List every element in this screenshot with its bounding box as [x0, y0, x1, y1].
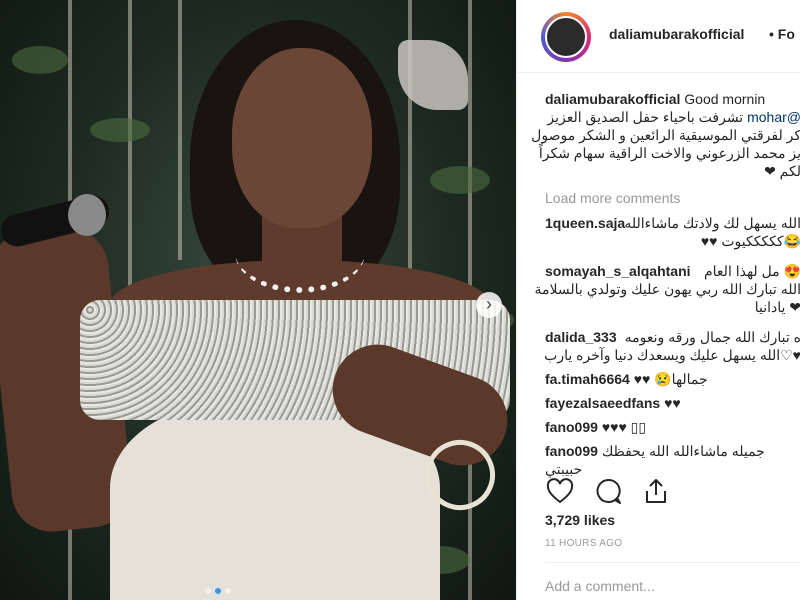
caption-line: يز محمد الزرعوني والاخت الراقية سهام شكر… — [538, 145, 800, 161]
caption-line: لكم ❤ — [764, 163, 800, 179]
add-comment-input[interactable]: Add a comment... — [545, 578, 655, 594]
comment: dalida_333 ه تبارك الله جمال ورقه ونعومه… — [544, 328, 800, 364]
figure-face — [232, 48, 372, 228]
post-actions — [545, 476, 671, 506]
comment: fano099 ♥♥♥ ▯▯ — [545, 418, 800, 436]
post-side-panel: daliamubarakofficial • Fo daliamubarakof… — [516, 0, 800, 600]
carousel-dot — [225, 588, 231, 594]
comment-username[interactable]: fano099 — [545, 443, 598, 459]
comment-text: ♥♥♥ ▯▯ — [601, 419, 647, 435]
comment-text: ❤ يادانيا — [754, 299, 800, 315]
comment: fayezalsaeedfans ♥♥ — [545, 394, 800, 412]
comment: fano099 جميله ماشاءالله الله يحفظك حبيبت… — [545, 442, 800, 478]
comment-icon[interactable] — [593, 476, 623, 506]
comment-text: ه تبارك الله جمال ورقه ونعومه — [624, 329, 800, 345]
carousel-dot — [205, 588, 211, 594]
avatar-image — [545, 16, 587, 58]
follow-button[interactable]: • Fo — [769, 26, 795, 42]
comment: somayah_s_alqahtani 😍 مل لهذا العام الله… — [534, 262, 800, 316]
carousel-dot-active — [215, 588, 221, 594]
comment: fa.timah6664 ♥♥ 😢جمالها — [545, 370, 800, 388]
comment-username[interactable]: fayezalsaeedfans — [545, 395, 660, 411]
necklace — [235, 212, 365, 293]
load-more-comments[interactable]: Load more comments — [545, 190, 680, 206]
post-caption: daliamubarakofficial Good mornin @mohar … — [531, 90, 800, 180]
post-timestamp[interactable]: 11 HOURS AGO — [545, 538, 622, 549]
heart-icon[interactable] — [545, 476, 575, 506]
post-header: daliamubarakofficial • Fo — [517, 0, 800, 73]
caption-mention[interactable]: @mohar — [747, 109, 800, 125]
header-username[interactable]: daliamubarakofficial — [609, 26, 744, 42]
share-icon[interactable] — [641, 476, 671, 506]
comment-text: 😂كككككيوت ♥♥ — [700, 233, 800, 249]
comment-username[interactable]: 1queen.saja — [545, 215, 625, 231]
comment-username[interactable]: dalida_333 — [545, 329, 617, 345]
caption-line: تشرفت باحياء حفل الصديق العزيز — [547, 109, 744, 125]
comment: 1queen.saja الله يسهل لك ولادتك ماشاءالل… — [545, 214, 800, 250]
caption-text: Good mornin — [684, 91, 766, 107]
avatar[interactable] — [541, 12, 591, 62]
comment-username[interactable]: somayah_s_alqahtani — [545, 263, 691, 279]
comment-username[interactable]: fa.timah6664 — [545, 371, 630, 387]
divider — [545, 562, 800, 563]
chevron-right-icon[interactable]: › — [476, 292, 502, 318]
caption-line: كر لفرقتي الموسيقية الرائعين و الشكر موص… — [531, 127, 800, 143]
comment-text: ♥♥ 😢جمالها — [633, 371, 708, 387]
comment-text: ♥♡الله يسهل عليك ويسعدك دنيا وآخره يارب — [544, 347, 800, 363]
carousel-dots — [205, 588, 231, 594]
microphone-head — [68, 194, 106, 236]
comment-text: ♥♥ — [664, 395, 681, 411]
comment-username[interactable]: fano099 — [545, 419, 598, 435]
comment-text: 😍 مل لهذا العام — [703, 263, 800, 279]
like-count[interactable]: 3,729 likes — [545, 512, 615, 528]
caption-username[interactable]: daliamubarakofficial — [545, 91, 680, 107]
comment-text: الله تبارك الله ربي يهون عليك وتولدي بال… — [534, 281, 800, 297]
post-photo[interactable]: › — [0, 0, 516, 600]
